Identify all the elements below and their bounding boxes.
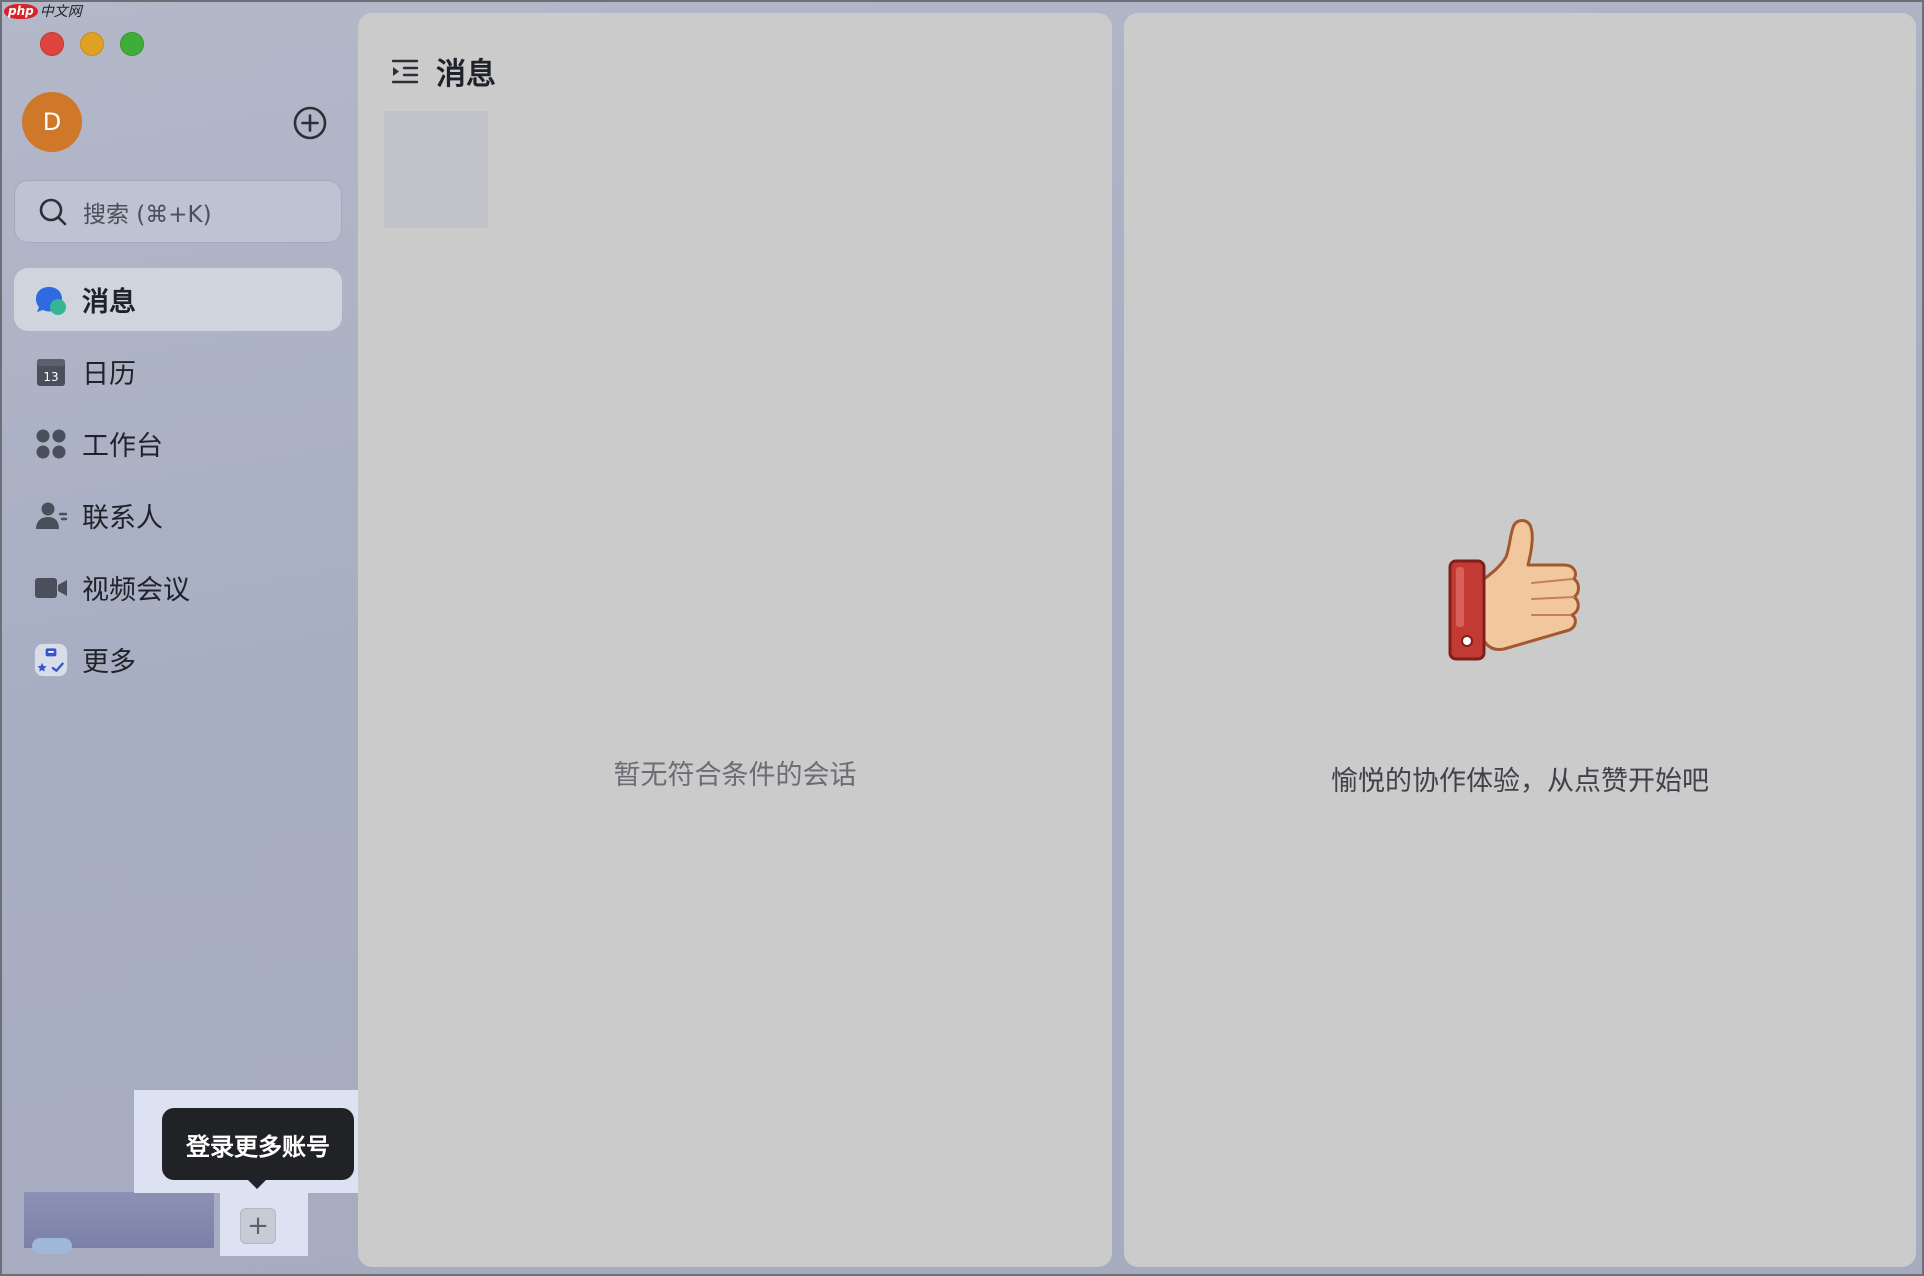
calendar-day: 13 [43,370,58,384]
window-minimize-button[interactable] [80,32,104,56]
watermark-logo: php [4,3,38,19]
sidebar-item-label: 日历 [82,359,136,390]
panel-header: 消息 [390,43,496,99]
sidebar-item-video-meeting[interactable]: 视频会议 [14,556,342,619]
search-icon [39,198,67,225]
plus-icon: + [247,1211,269,1241]
sidebar-item-messages[interactable]: 消息 [14,268,342,331]
add-circle-icon[interactable] [292,105,328,141]
sidebar-item-more[interactable]: 更多 [14,628,342,691]
apps-grid-icon [34,427,68,461]
watermark-text: 中文网 [39,4,82,20]
calendar-icon: 13 [34,355,68,389]
sidebar-item-label: 工作台 [82,431,163,462]
sidebar-item-label: 联系人 [82,503,163,534]
tooltip: 登录更多账号 [162,1108,354,1180]
detail-panel: 愉悦的协作体验，从点赞开始吧 [1124,13,1916,1267]
app-window: php 中文网 D 搜索 (⌘+K) 消息 13 日历 工作台 联系人 视频会议… [0,0,1924,1276]
more-apps-icon [34,643,68,677]
add-account-button[interactable]: + [240,1208,276,1244]
sidebar-item-workplace[interactable]: 工作台 [14,412,342,475]
collapse-list-icon[interactable] [390,56,420,86]
window-close-button[interactable] [40,32,64,56]
tooltip-arrow [246,1178,268,1189]
sidebar-item-calendar[interactable]: 13 日历 [14,340,342,403]
page-title: 消息 [436,57,496,92]
search-placeholder: 搜索 (⌘+K) [83,201,212,228]
sidebar-item-contacts[interactable]: 联系人 [14,484,342,547]
sidebar-item-label: 视频会议 [82,575,190,606]
sidebar-item-label: 消息 [82,287,136,318]
chat-bubbles-icon [34,283,68,317]
tooltip-text: 登录更多账号 [186,1132,330,1161]
watermark: php 中文网 [4,2,82,20]
video-camera-icon [34,571,68,605]
empty-state-text: 暂无符合条件的会话 [613,760,857,791]
loading-placeholder [384,111,488,228]
avatar-initial: D [42,108,62,136]
avatar[interactable]: D [22,92,82,152]
empty-state-text: 愉悦的协作体验，从点赞开始吧 [1331,766,1709,797]
account-avatar [32,1238,72,1254]
search-input[interactable]: 搜索 (⌘+K) [14,180,342,243]
sidebar-item-label: 更多 [82,647,136,678]
thumbs-up-icon [1444,509,1594,669]
conversation-list-panel: 消息 暂无符合条件的会话 [358,13,1112,1267]
contacts-icon [34,499,68,533]
window-maximize-button[interactable] [120,32,144,56]
